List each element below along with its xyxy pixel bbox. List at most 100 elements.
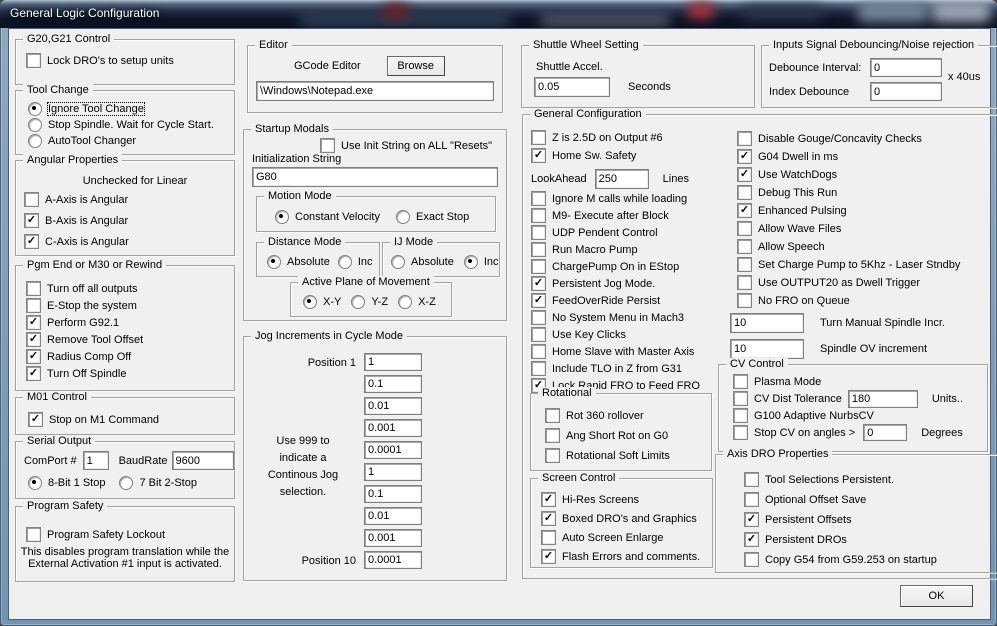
radio-constant-velocity[interactable]: Constant Velocity [275,209,380,224]
ok-button[interactable]: OK [900,585,973,607]
shuttle-accel-input[interactable] [534,77,610,97]
jog-increment-input[interactable] [364,397,422,415]
checkbox-stop-cv-on-angles[interactable]: Stop CV on angles >Degrees [733,425,963,440]
checkbox-z-is-2-5d-on-output-6[interactable]: Z is 2.5D on Output #6 [531,130,663,145]
checkbox-home-sw-safety[interactable]: ✓Home Sw. Safety [531,148,636,163]
checkbox-hi-res-screens[interactable]: ✓Hi-Res Screens [541,492,639,507]
turn-manual-spindle-incr-input[interactable] [730,313,804,333]
checkbox-g100-adaptive-nurbscv[interactable]: G100 Adaptive NurbsCV [733,408,874,423]
radio-absolute[interactable]: Absolute [267,254,330,269]
radio-ignore-tool-change[interactable]: Ignore Tool Change [28,101,144,116]
checkbox-feedoverride-persist[interactable]: ✓FeedOverRide Persist [531,293,660,308]
radio-7-bit-2-stop[interactable]: 7 Bit 2-Stop [119,475,196,490]
field-stop-cv-on-angles[interactable] [863,424,907,441]
checkbox-home-slave-with-master-axis[interactable]: Home Slave with Master Axis [531,344,694,359]
checkbox-icon [531,310,546,325]
editor-path-input[interactable] [256,81,494,101]
checkbox-tool-selections-persistent[interactable]: Tool Selections Persistent. [744,472,894,487]
checkbox-use-key-clicks[interactable]: Use Key Clicks [531,327,626,342]
checkbox-icon: ✓ [26,332,41,347]
initialization-string-input[interactable] [252,167,498,187]
checkbox-radius-comp-off[interactable]: ✓Radius Comp Off [26,349,131,364]
checkbox-boxed-dro-s-and-graphics[interactable]: ✓Boxed DRO's and Graphics [541,511,697,526]
checkbox-e-stop-the-system[interactable]: E-Stop the system [26,298,137,313]
checkbox-persistent-jog-mode[interactable]: ✓Persistent Jog Mode. [531,276,655,291]
radio-y-z[interactable]: Y-Z [351,294,388,309]
checkbox-stop-on-m1-command[interactable]: ✓Stop on M1 Command [28,412,159,427]
checkbox-b-axis-is-angular[interactable]: ✓B-Axis is Angular [24,213,128,228]
radio-inc[interactable]: Inc [464,254,499,269]
jog-increment-input[interactable] [364,463,422,481]
spindle-ov-increment-input[interactable] [730,339,804,359]
checkbox-no-fro-on-queue[interactable]: No FRO on Queue [737,293,850,308]
lookahead-input[interactable] [595,169,649,189]
checkbox-cv-dist-tolerance[interactable]: CV Dist ToleranceUnits.. [733,391,963,406]
checkbox-program-safety-lockout[interactable]: Program Safety Lockout [26,527,165,542]
checkbox-a-axis-is-angular[interactable]: A-Axis is Angular [24,192,128,207]
checkbox-debug-this-run[interactable]: Debug This Run [737,185,837,200]
checkbox-rot-360-rollover[interactable]: Rot 360 rollover [545,408,644,423]
jog-increment-input[interactable] [364,551,422,569]
checkbox-auto-screen-enlarge[interactable]: Auto Screen Enlarge [541,530,664,545]
radio-x-z[interactable]: X-Z [398,294,436,309]
checkbox-persistent-offsets[interactable]: ✓Persistent Offsets [744,512,852,527]
comport-input[interactable] [83,451,109,470]
checkbox-copy-g54-from-g59-253-on-startup[interactable]: Copy G54 from G59.253 on startup [744,552,937,567]
checkbox-flash-errors-and-comments[interactable]: ✓Flash Errors and comments. [541,549,700,564]
radio-stop-spindle-wait-for-cycle-start[interactable]: Stop Spindle. Wait for Cycle Start. [28,117,214,132]
checkbox-allow-wave-files[interactable]: Allow Wave Files [737,221,841,236]
checkbox-rotational-soft-limits[interactable]: Rotational Soft Limits [545,448,670,463]
checkbox-g04-dwell-in-ms[interactable]: ✓G04 Dwell in ms [737,149,838,164]
checkbox-ignore-m-calls-while-loading[interactable]: Ignore M calls while loading [531,191,687,206]
index-debounce-input[interactable] [870,82,942,101]
browse-button[interactable]: Browse [387,56,445,76]
checkbox-ang-short-rot-on-g0[interactable]: Ang Short Rot on G0 [545,428,668,443]
checkbox-plasma-mode[interactable]: Plasma Mode [733,374,821,389]
checkbox-set-charge-pump-to-5khz-laser-stndby[interactable]: Set Charge Pump to 5Khz - Laser Stndby [737,257,960,272]
checkbox-icon [531,191,546,206]
group-g20-g21-control: G20,G21 Control Lock DRO's to setup unit… [15,39,235,85]
checkbox-persistent-dros[interactable]: ✓Persistent DROs [744,532,847,547]
jog-increment-input[interactable] [364,485,422,503]
checkbox-run-macro-pump[interactable]: Run Macro Pump [531,242,638,257]
checkbox-icon [733,425,748,440]
jog-increment-input[interactable] [364,529,422,547]
jog-increment-input[interactable] [364,375,422,393]
checkbox-remove-tool-offset[interactable]: ✓Remove Tool Offset [26,332,143,347]
radio-autotool-changer[interactable]: AutoTool Changer [28,133,136,148]
radio-exact-stop[interactable]: Exact Stop [396,209,469,224]
radio-absolute[interactable]: Absolute [391,254,454,269]
radio-inc[interactable]: Inc [338,254,373,269]
radio-8-bit-1-stop[interactable]: 8-Bit 1 Stop [28,475,105,490]
debounce-interval-input[interactable] [870,58,942,77]
field-cv-dist-tolerance[interactable] [848,390,918,408]
checkbox-disable-gouge-concavity-checks[interactable]: Disable Gouge/Concavity Checks [737,131,922,146]
checkbox-turn-off-all-outputs[interactable]: Turn off all outputs [26,281,138,296]
checkbox-no-system-menu-in-mach3[interactable]: No System Menu in Mach3 [531,310,684,325]
jog-increment-input[interactable] [364,441,422,459]
jog-increment-input[interactable] [364,419,422,437]
radio-x-y[interactable]: X-Y [303,294,341,309]
jog-increment-input[interactable] [364,353,422,371]
jog-increment-input[interactable] [364,507,422,525]
checkbox-udp-pendent-control[interactable]: UDP Pendent Control [531,225,658,240]
checkbox-lock-dro-s-to-setup-units[interactable]: Lock DRO's to setup units [26,53,174,68]
checkbox-c-axis-is-angular[interactable]: ✓C-Axis is Angular [24,234,129,249]
checkbox-use-output20-as-dwell-trigger[interactable]: Use OUTPUT20 as Dwell Trigger [737,275,920,290]
checkbox-label: C-Axis is Angular [45,236,129,248]
checkbox-use-init-string-on-all-resets[interactable]: Use Init String on ALL "Resets" [320,138,492,153]
lookahead-unit-label: Lines [663,173,689,185]
baudrate-input[interactable] [172,451,234,470]
checkbox-chargepump-on-in-estop[interactable]: ChargePump On in EStop [531,259,679,274]
checkbox-enhanced-pulsing[interactable]: ✓Enhanced Pulsing [737,203,847,218]
checkbox-allow-speech[interactable]: Allow Speech [737,239,825,254]
checkbox-perform-g92-1[interactable]: ✓Perform G92.1 [26,315,119,330]
checkbox-turn-off-spindle[interactable]: ✓Turn Off Spindle [26,366,127,381]
checkbox-optional-offset-save[interactable]: Optional Offset Save [744,492,866,507]
checkbox-use-watchdogs[interactable]: ✓Use WatchDogs [737,167,837,182]
checkbox-label: Use WatchDogs [758,169,837,181]
checkbox-icon: ✓ [541,492,556,507]
checkbox-m9-execute-after-block[interactable]: M9- Execute after Block [531,208,669,223]
checkbox-include-tlo-in-z-from-g31[interactable]: Include TLO in Z from G31 [531,361,682,376]
title-bar[interactable]: General Logic Configuration [0,0,997,28]
